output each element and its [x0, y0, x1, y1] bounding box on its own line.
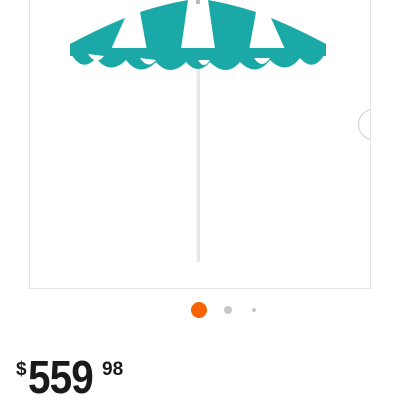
- gallery-dot[interactable]: [252, 308, 256, 312]
- price-currency-symbol: $: [16, 359, 27, 380]
- gallery-dot-active[interactable]: [191, 302, 207, 318]
- gallery-dot[interactable]: [224, 306, 232, 314]
- product-page: $ 559 98: [0, 0, 400, 400]
- chevron-right-icon: [369, 117, 370, 132]
- patio-umbrella-image: [70, 0, 326, 262]
- price-cents: 98: [102, 359, 124, 380]
- gallery-pagination: [0, 300, 400, 320]
- price-dollars: 559: [28, 351, 94, 400]
- product-image-gallery[interactable]: [29, 0, 371, 289]
